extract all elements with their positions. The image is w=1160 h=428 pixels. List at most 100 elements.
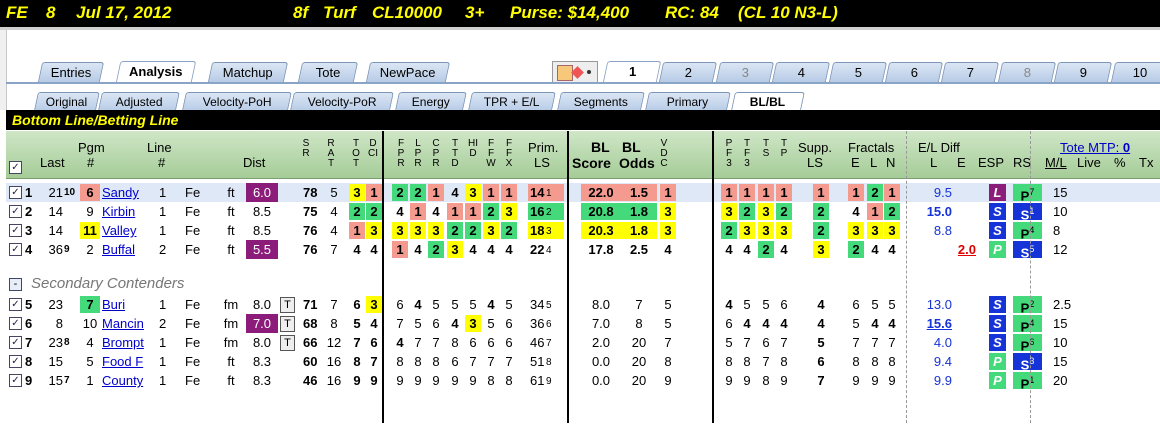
pace-rank-cell: 6 xyxy=(396,297,404,312)
row-checkbox[interactable]: ✓ xyxy=(9,224,22,237)
horse-name-link[interactable]: Brompt xyxy=(102,334,148,351)
pace-rank-cell: 1 xyxy=(447,203,463,220)
race-tab-2[interactable]: 2 xyxy=(659,62,718,82)
fe-label: Fe xyxy=(185,297,201,312)
horse-name-link[interactable]: Buri xyxy=(102,296,148,313)
row-checkbox[interactable]: ✓ xyxy=(9,205,22,218)
tab-newpace[interactable]: NewPace xyxy=(365,62,451,82)
row-checkbox[interactable]: ✓ xyxy=(9,298,22,311)
left-gutter xyxy=(0,30,7,110)
scratch-toggle-button[interactable] xyxy=(552,61,598,83)
table-row[interactable]: ✓ 5 23 7 Buri 1 Fe fm 8.0 T 71 7 6 3 6 4 5 5 5 4 5 34 5 8.0 7 5 4 5… xyxy=(6,295,1160,315)
subtab-original[interactable]: Original xyxy=(34,92,100,110)
race-tab-8: 8 xyxy=(997,62,1057,82)
tab-entries[interactable]: Entries xyxy=(37,62,105,82)
table-row[interactable]: ✓ 2 14 9 Kirbin 1 Fe ft 8.5 75 4 2 2 4 1 4 1 1 2 3 16 2 20.8 1.… xyxy=(6,202,1160,222)
pace-rank-cell: 5 xyxy=(414,316,422,331)
race-tab-5[interactable]: 5 xyxy=(828,62,888,82)
row-checkbox[interactable]: ✓ xyxy=(9,336,22,349)
tote-mtp-label[interactable]: Tote MTP: 0 xyxy=(1060,140,1130,155)
distance: 7.0 xyxy=(246,314,278,333)
horse-name-link[interactable]: Food F xyxy=(102,353,148,370)
prim-ls-sub: 2 xyxy=(546,207,552,218)
rating-cell: 4 xyxy=(353,242,361,257)
col-cpr: CPR xyxy=(432,138,440,169)
race-tab-10[interactable]: 10 xyxy=(1110,62,1160,82)
pace-rank-cell: 4 xyxy=(432,204,440,219)
fractal-cell: 7 xyxy=(888,335,896,350)
table-row[interactable]: ✓ 8 15 5 Food F 1 Fe ft 8.3 60 16 8 7 8 8 8 6 7 7 7 51 8 0.0 20… xyxy=(6,352,1160,372)
race-tab-1[interactable]: 1 xyxy=(602,61,662,83)
rs-badge: S3 xyxy=(1013,353,1042,372)
col-supp: Supp. xyxy=(798,140,832,155)
horse-name-link[interactable]: County xyxy=(102,372,148,389)
bl-score: 2.0 xyxy=(591,335,611,350)
horse-name-link[interactable]: Buffal xyxy=(102,241,148,258)
subtab-adjusted[interactable]: Adjusted xyxy=(98,92,180,110)
tab-matchup[interactable]: Matchup xyxy=(207,62,289,82)
track-code: FE xyxy=(6,3,28,22)
fractal-time-cell: 2 xyxy=(758,241,774,258)
race-tab-4[interactable]: 4 xyxy=(772,62,831,82)
tab-label: Analysis xyxy=(129,64,183,79)
turf-indicator[interactable]: T xyxy=(280,335,295,351)
table-row[interactable]: ✓ 3 14 11 Valley 1 Fe ft 8.5 76 4 1 3 3 3 3 2 2 3 2 18 3 20.3 1… xyxy=(6,221,1160,241)
table-row[interactable]: ✓ 1 21 10 6 Sandy 1 Fe ft 6.0 78 5 3 1 2 2 1 4 3 1 1 14 1 22.0 1… xyxy=(6,183,1160,203)
col-dci: DCI xyxy=(368,138,378,159)
vdc-value: 4 xyxy=(664,242,672,257)
collapse-toggle[interactable]: - xyxy=(9,278,22,291)
bl-score: 17.8 xyxy=(588,242,614,257)
last-days-sub: 9 xyxy=(64,244,70,255)
rating-cell: 8 xyxy=(353,354,361,369)
fractal-cell: 4 xyxy=(852,204,860,219)
row-checkbox[interactable]: ✓ xyxy=(9,317,22,330)
pace-rank-cell: 5 xyxy=(451,297,459,312)
horse-name-link[interactable]: Sandy xyxy=(102,184,148,201)
fractal-cell: 2 xyxy=(848,241,864,258)
table-row[interactable]: ✓ 6 8 10 Mancin 2 Fe fm 7.0 T 68 8 5 4 7 5 6 4 3 5 6 36 6 7.0 8 5… xyxy=(6,314,1160,334)
fractal-time-cell: 3 xyxy=(721,203,737,220)
pace-rank-cell: 4 xyxy=(487,297,495,312)
row-checkbox[interactable]: ✓ xyxy=(9,355,22,368)
vdc-value: 8 xyxy=(664,354,672,369)
rating-cell: 1 xyxy=(366,184,382,201)
fractal-time-cell: 9 xyxy=(725,373,733,388)
race-tab-3: 3 xyxy=(715,62,775,82)
surface: ft xyxy=(227,204,235,219)
horse-name-link[interactable]: Kirbin xyxy=(102,203,148,220)
distance: 8.5 xyxy=(252,204,272,219)
tab-analysis[interactable]: Analysis xyxy=(115,61,197,83)
turf-indicator[interactable]: T xyxy=(280,316,295,332)
subtab-velocity-poh[interactable]: Velocity-PoH xyxy=(182,92,292,110)
morning-line: 2.5 xyxy=(1053,297,1072,312)
distance: 8.3 xyxy=(252,373,272,388)
bl-odds: 1.5 xyxy=(621,184,657,201)
fractal-cell: 9 xyxy=(888,373,896,388)
row-checkbox[interactable]: ✓ xyxy=(9,243,22,256)
tab-tote[interactable]: Tote xyxy=(297,62,359,82)
pace-rank-cell: 1 xyxy=(465,203,481,220)
horse-name-link[interactable]: Valley xyxy=(102,222,148,239)
fractal-time-cell: 4 xyxy=(743,316,751,331)
subtab-primary[interactable]: Primary xyxy=(645,92,731,110)
race-tab-6[interactable]: 6 xyxy=(884,62,944,82)
table-row[interactable]: ✓ 7 23 8 4 Brompt 1 Fe fm 8.0 T 66 12 7 6 4 7 7 8 6 6 6 46 7 2.0… xyxy=(6,333,1160,353)
table-row[interactable]: ✓ 9 15 7 1 County 1 Fe ft 8.3 46 16 9 9 9 9 9 9 9 8 8 61 9 0.0 2… xyxy=(6,371,1160,391)
subtab-velocity-por[interactable]: Velocity-PoR xyxy=(290,92,394,110)
subtab-segments[interactable]: Segments xyxy=(557,92,645,110)
select-all-checkbox[interactable]: ✓ xyxy=(9,161,22,174)
surface: ft xyxy=(227,242,235,257)
subtab-bl-bl[interactable]: BL/BL xyxy=(731,92,805,110)
subtab-energy[interactable]: Energy xyxy=(395,92,467,110)
turf-indicator[interactable]: T xyxy=(280,297,295,313)
horse-name-link[interactable]: Mancin xyxy=(102,315,148,332)
speed-rating: 60 xyxy=(303,354,318,369)
row-number: 7 xyxy=(25,335,33,350)
race-tab-9[interactable]: 9 xyxy=(1054,62,1113,82)
row-checkbox[interactable]: ✓ xyxy=(9,186,22,199)
col-vdc: VDC xyxy=(660,138,668,169)
table-row[interactable]: ✓ 4 36 9 2 Buffal 2 Fe ft 5.5 76 7 4 4 1 4 2 3 4 4 4 22 4 17.8 2… xyxy=(6,240,1160,260)
row-checkbox[interactable]: ✓ xyxy=(9,374,22,387)
race-tab-7[interactable]: 7 xyxy=(941,62,1000,82)
subtab-tpr-e-l[interactable]: TPR + E/L xyxy=(468,92,556,110)
